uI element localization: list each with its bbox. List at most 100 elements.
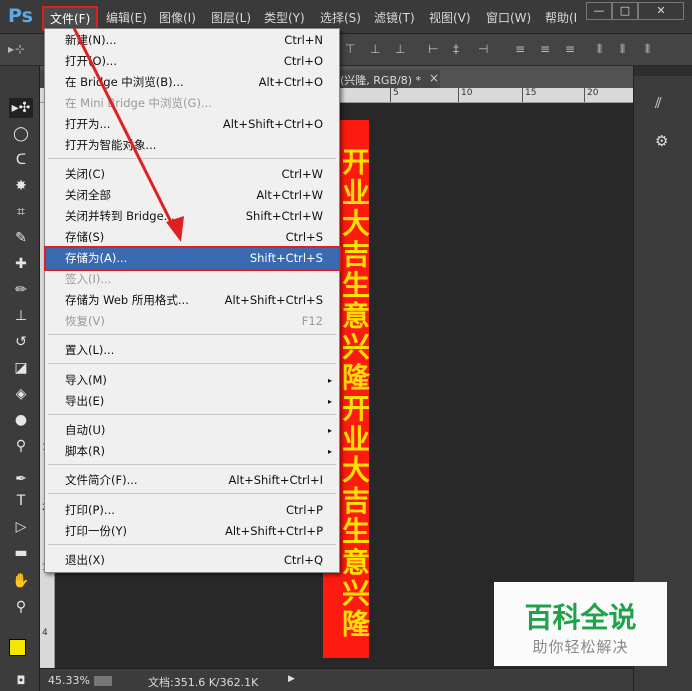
ruler-tick: 15	[522, 88, 536, 102]
ruler-tick: 4	[42, 628, 48, 638]
menu-save-for-web[interactable]: 存储为 Web 所用格式... Alt+Shift+Ctrl+S	[46, 290, 339, 311]
healing-brush-tool-icon[interactable]: ✚	[9, 254, 33, 274]
rectangle-tool-icon[interactable]: ▬	[9, 543, 33, 563]
history-panel-icon[interactable]: ⫽	[655, 94, 662, 112]
menu-filter[interactable]: 滤镜(T)	[374, 9, 415, 26]
stamp-tool-icon[interactable]: ⊥	[9, 306, 33, 326]
photoshop-logo: Ps	[8, 5, 33, 27]
menu-image[interactable]: 图像(I)	[159, 9, 196, 26]
tools-panel: ▸✣ ◯ ᑕ ✸ ⌗ ✎ ✚ ✏ ⊥ ↺ ◪ ◈ ● ⚲ ✒ T ▷ ▬ ✋ ⚲…	[0, 66, 40, 691]
menu-browse-in-bridge[interactable]: 在 Bridge 中浏览(B)... Alt+Ctrl+O	[46, 72, 339, 93]
distribute-hcenter-icon[interactable]: ⫴	[620, 42, 626, 57]
hand-tool-icon[interactable]: ✋	[9, 571, 33, 591]
menu-automate[interactable]: 自动(U) ▸	[46, 420, 339, 441]
status-bar: 45.33% 文档:351.6 K/362.1K ▶	[40, 668, 633, 691]
pen-tool-icon[interactable]: ✒	[9, 469, 33, 489]
menu-print-one-copy[interactable]: 打印一份(Y) Alt+Shift+Ctrl+P	[46, 521, 339, 542]
menu-separator	[48, 414, 336, 415]
type-tool-icon[interactable]: T	[9, 491, 33, 511]
menu-print[interactable]: 打印(P)... Ctrl+P	[46, 500, 339, 521]
align-right-icon[interactable]: ⊣	[478, 42, 489, 56]
submenu-arrow-icon: ▸	[327, 376, 332, 385]
menu-export[interactable]: 导出(E) ▸	[46, 391, 339, 412]
menu-type[interactable]: 类型(Y)	[264, 9, 305, 26]
menu-import[interactable]: 导入(M) ▸	[46, 370, 339, 391]
move-tool-icon[interactable]: ▸✣	[9, 98, 33, 118]
menu-window[interactable]: 窗口(W)	[486, 9, 531, 26]
blur-tool-icon[interactable]: ●	[9, 410, 33, 430]
menu-separator	[48, 493, 336, 494]
menu-open-as[interactable]: 打开为... Alt+Shift+Ctrl+O	[46, 114, 339, 135]
distribute-left-icon[interactable]: ⫴	[597, 42, 603, 57]
eraser-tool-icon[interactable]: ◪	[9, 358, 33, 378]
submenu-arrow-icon: ▸	[327, 397, 332, 406]
menu-exit[interactable]: 退出(X) Ctrl+Q	[46, 550, 339, 571]
menu-separator	[48, 363, 336, 364]
eyedropper-tool-icon[interactable]: ✎	[9, 228, 33, 248]
menu-close-and-go-to-bridge[interactable]: 关闭并转到 Bridge... Shift+Ctrl+W	[46, 206, 339, 227]
history-brush-tool-icon[interactable]: ↺	[9, 332, 33, 352]
maximize-button[interactable]: □	[612, 2, 638, 20]
marquee-tool-icon[interactable]: ◯	[9, 124, 33, 144]
menu-help[interactable]: 帮助(I	[545, 9, 577, 26]
ruler-tick: 5	[390, 88, 399, 102]
menu-browse-in-mini-bridge: 在 Mini Bridge 中浏览(G)...	[65, 96, 212, 110]
menu-save-as[interactable]: 存储为(A)... Shift+Ctrl+S	[44, 246, 341, 271]
paint-bucket-tool-icon[interactable]: ◈	[9, 384, 33, 404]
menu-close[interactable]: 关闭(C) Ctrl+W	[46, 164, 339, 185]
document-tab-title: (兴隆, RGB/8) *	[340, 74, 421, 87]
watermark: 百科全说 助你轻松解决	[494, 582, 667, 666]
menu-file-info[interactable]: 文件简介(F)... Alt+Shift+Ctrl+I	[46, 470, 339, 491]
submenu-arrow-icon: ▸	[327, 447, 332, 456]
menu-separator	[48, 464, 336, 465]
menu-separator	[48, 158, 336, 159]
move-tool-option-icon[interactable]: ▸⊹	[8, 42, 26, 56]
zoom-level[interactable]: 45.33%	[48, 674, 90, 687]
status-menu-arrow-icon[interactable]: ▶	[288, 674, 295, 684]
crop-tool-icon[interactable]: ⌗	[9, 202, 33, 222]
menu-open-as-smart-object[interactable]: 打开为智能对象...	[46, 135, 339, 156]
ruler-tick: 20	[584, 88, 598, 102]
distribute-top-icon[interactable]: ≡	[515, 42, 526, 56]
minimize-button[interactable]: —	[586, 2, 612, 20]
menu-revert: 恢复(V) F12	[65, 314, 323, 328]
align-left-icon[interactable]: ⊢	[428, 42, 439, 56]
magic-wand-tool-icon[interactable]: ✸	[9, 176, 33, 196]
menu-new[interactable]: 新建(N)... Ctrl+N	[46, 30, 339, 51]
align-bottom-icon[interactable]: ⊥	[395, 42, 406, 56]
distribute-right-icon[interactable]: ⫴	[645, 42, 651, 57]
menu-check-in: 签入(I)...	[65, 272, 112, 286]
lasso-tool-icon[interactable]: ᑕ	[9, 150, 33, 170]
menu-scripts[interactable]: 脚本(R) ▸	[46, 441, 339, 462]
watermark-title: 百科全说	[524, 601, 637, 634]
zoom-tool-icon[interactable]: ⚲	[9, 597, 33, 617]
path-selection-tool-icon[interactable]: ▷	[9, 517, 33, 537]
menu-separator	[48, 334, 336, 335]
menu-view[interactable]: 视图(V)	[429, 9, 471, 26]
align-top-icon[interactable]: ⊤	[345, 42, 356, 56]
document-size: 文档:351.6 K/362.1K	[148, 676, 259, 689]
close-button[interactable]: ✕	[638, 2, 684, 20]
tab-close-icon[interactable]: ×	[429, 71, 439, 85]
align-vcenter-icon[interactable]: ⊥	[370, 42, 381, 56]
menu-edit[interactable]: 编辑(E)	[106, 9, 147, 26]
dodge-tool-icon[interactable]: ⚲	[9, 436, 33, 456]
distribute-vcenter-icon[interactable]: ≡	[540, 42, 551, 56]
menu-open[interactable]: 打开(O)... Ctrl+O	[46, 51, 339, 72]
status-toggle-icon[interactable]	[94, 676, 112, 686]
menu-layer[interactable]: 图层(L)	[211, 9, 251, 26]
foreground-color-swatch[interactable]	[9, 639, 26, 656]
menu-separator	[48, 544, 336, 545]
watermark-subtitle: 助你轻松解决	[532, 638, 629, 656]
menu-close-all[interactable]: 关闭全部 Alt+Ctrl+W	[46, 185, 339, 206]
menu-select[interactable]: 选择(S)	[320, 9, 361, 26]
properties-panel-icon[interactable]: ⚙	[655, 132, 668, 150]
brush-tool-icon[interactable]: ✏	[9, 280, 33, 300]
align-hcenter-icon[interactable]: ‡	[453, 42, 460, 56]
file-menu-dropdown: 新建(N)... Ctrl+N 打开(O)... Ctrl+O 在 Bridge 中…	[44, 28, 341, 573]
menu-save[interactable]: 存储(S) Ctrl+S	[46, 227, 339, 248]
panel-header	[634, 66, 692, 76]
menu-place[interactable]: 置入(L)...	[46, 340, 339, 361]
distribute-bottom-icon[interactable]: ≡	[565, 42, 576, 56]
quick-mask-icon[interactable]: ◘	[9, 671, 33, 691]
